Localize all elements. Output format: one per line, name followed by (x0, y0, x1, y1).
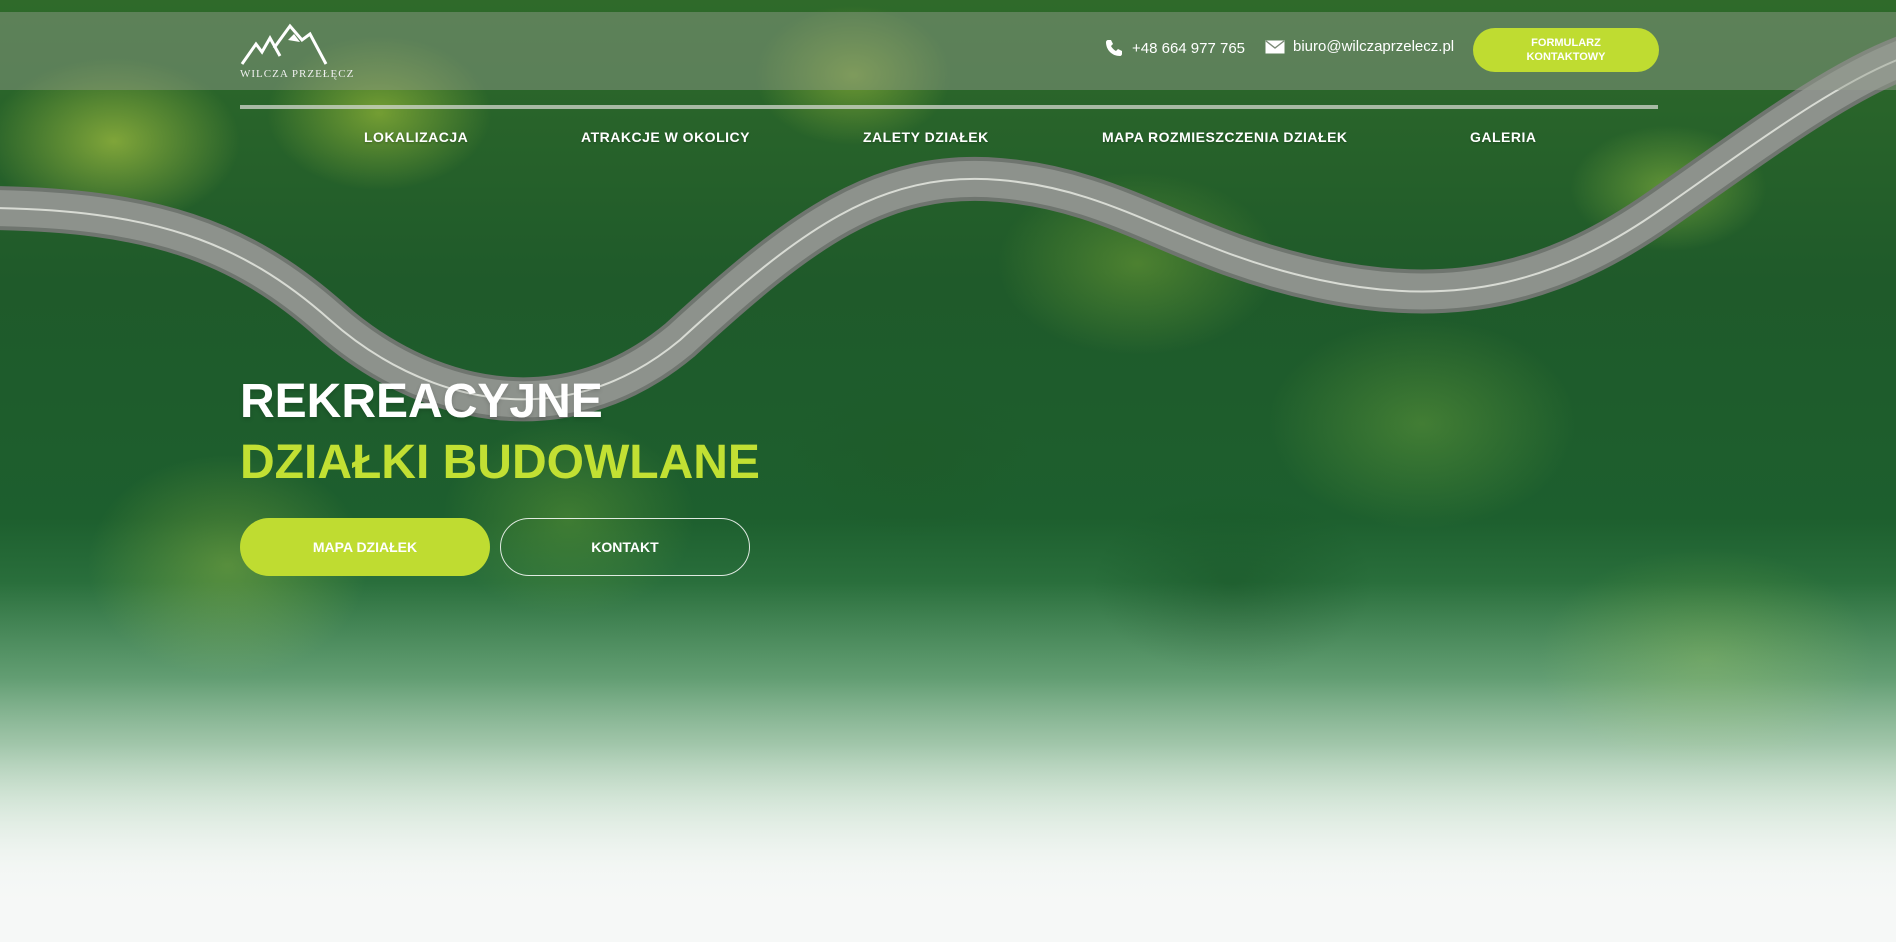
main-navigation: LOKALIZACJA ATRAKCJE W OKOLICY ZALETY DZ… (0, 129, 1896, 149)
contact-form-button[interactable]: FORMULARZ KONTAKTOWY (1473, 28, 1659, 72)
hero-title-line2: DZIAŁKI BUDOWLANE (240, 436, 760, 489)
hero-headline: REKREACYJNE DZIAŁKI BUDOWLANE (240, 373, 760, 495)
site-logo[interactable]: WILCZA PRZEŁĘCZ (240, 20, 353, 80)
header-divider (240, 105, 1658, 109)
wolf-mountain-logo-icon (240, 23, 328, 65)
contact-button[interactable]: KONTAKT (500, 518, 750, 576)
nav-item-atrakcje[interactable]: ATRAKCJE W OKOLICY (581, 129, 750, 145)
logo-text: WILCZA PRZEŁĘCZ (240, 68, 355, 80)
email-address: biuro@wilczaprzelecz.pl (1293, 38, 1455, 55)
hero-title-line1: REKREACYJNE (240, 375, 603, 428)
phone-number: +48 664 977 765 (1132, 39, 1246, 57)
nav-item-zalety[interactable]: ZALETY DZIAŁEK (863, 129, 989, 145)
bottom-fade (0, 582, 1896, 942)
phone-icon (1106, 40, 1122, 56)
nav-item-galeria[interactable]: GALERIA (1470, 129, 1537, 145)
hero-section: WILCZA PRZEŁĘCZ +48 664 977 765 biuro@wi… (0, 0, 1896, 942)
email-contact[interactable]: biuro@wilczaprzelecz.pl (1265, 38, 1454, 55)
nav-item-lokalizacja[interactable]: LOKALIZACJA (364, 129, 468, 145)
phone-contact[interactable]: +48 664 977 765 (1104, 38, 1245, 58)
envelope-icon (1265, 39, 1285, 53)
plots-map-button[interactable]: MAPA DZIAŁEK (240, 518, 490, 576)
nav-item-mapa[interactable]: MAPA ROZMIESZCZENIA DZIAŁEK (1102, 129, 1348, 145)
